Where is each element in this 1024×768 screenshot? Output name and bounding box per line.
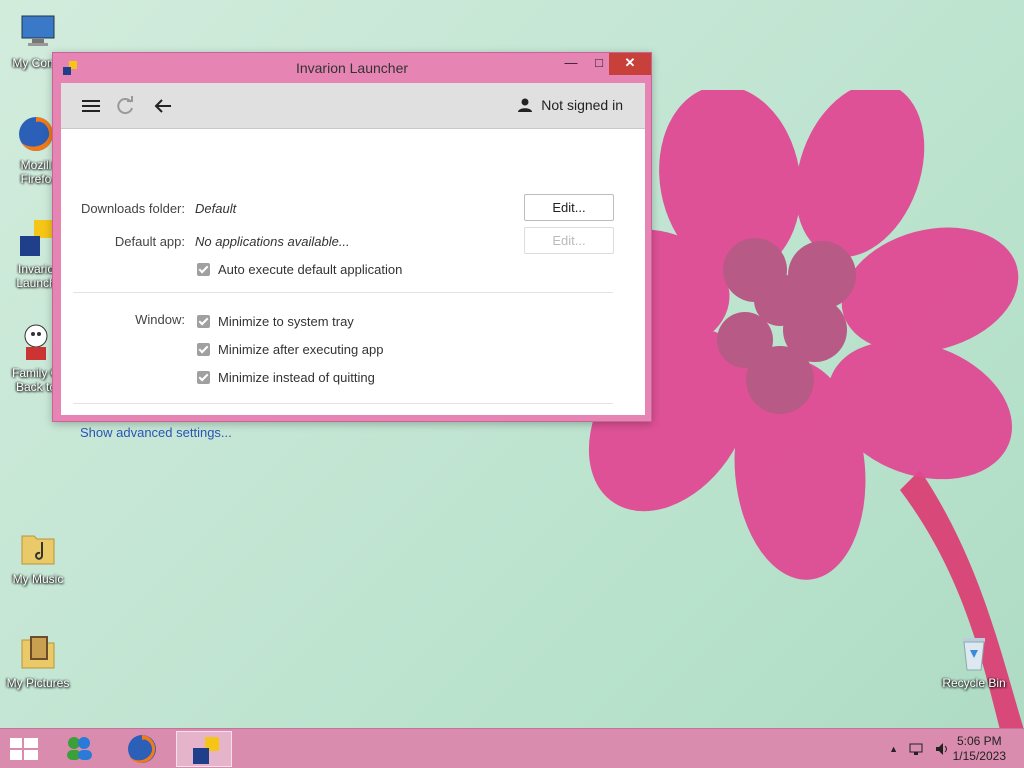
desktop-icon-label: My Pictures	[6, 676, 70, 690]
minimize-button[interactable]: —	[557, 53, 585, 75]
close-button[interactable]: ✕	[609, 53, 651, 75]
computer-icon	[18, 12, 58, 52]
window-label: Window:	[135, 312, 185, 327]
pictures-folder-icon	[18, 632, 58, 672]
auto-execute-checkbox[interactable]	[197, 263, 210, 276]
firefox-icon	[16, 114, 56, 154]
window-content: Not signed in Downloads folder: Default …	[61, 83, 645, 440]
network-icon[interactable]	[908, 741, 924, 757]
refresh-icon[interactable]	[113, 94, 137, 118]
divider	[73, 292, 613, 293]
minimize-after-executing-row[interactable]: Minimize after executing app	[197, 342, 383, 357]
windows-start-icon[interactable]	[10, 738, 38, 760]
downloads-folder-label: Downloads folder:	[80, 201, 185, 216]
sign-in-status[interactable]: Not signed in	[517, 97, 623, 113]
minimize-to-tray-label: Minimize to system tray	[218, 314, 354, 329]
downloads-folder-value: Default	[195, 201, 237, 216]
desktop-icon-my-music[interactable]: My Music	[0, 528, 76, 586]
back-arrow-icon[interactable]	[151, 94, 175, 118]
user-icon	[518, 98, 533, 112]
minimize-after-executing-checkbox[interactable]	[197, 343, 210, 356]
desktop-icon-label: My Music	[12, 572, 64, 586]
desktop-icon-recycle-bin[interactable]: Recycle Bin	[936, 632, 1012, 690]
volume-icon[interactable]	[934, 741, 950, 757]
sign-in-label: Not signed in	[541, 97, 623, 113]
system-tray: ▲	[889, 741, 950, 757]
minimize-instead-of-quitting-checkbox[interactable]	[197, 371, 210, 384]
show-advanced-settings-link[interactable]: Show advanced settings...	[80, 425, 232, 440]
launcher-icon	[16, 218, 56, 258]
clock[interactable]: 5:06 PM 1/15/2023	[953, 734, 1006, 764]
auto-execute-label: Auto execute default application	[218, 262, 403, 277]
firefox-icon	[128, 735, 156, 763]
launcher-icon	[193, 737, 219, 764]
taskbar-firefox[interactable]	[114, 731, 170, 767]
app-toolbar: Not signed in	[61, 83, 645, 129]
edit-downloads-button[interactable]: Edit...	[524, 194, 614, 221]
default-app-label: Default app:	[114, 234, 185, 249]
taskbar: ▲ 5:06 PM 1/15/2023	[0, 728, 1024, 768]
desktop-icon-label: Recycle Bin	[942, 676, 1006, 690]
minimize-instead-of-quitting-row[interactable]: Minimize instead of quitting	[197, 370, 375, 385]
minimize-instead-of-quitting-label: Minimize instead of quitting	[218, 370, 375, 385]
auto-execute-checkbox-row[interactable]: Auto execute default application	[197, 262, 402, 277]
title-bar[interactable]: Invarion Launcher — □ ✕	[53, 53, 651, 83]
taskbar-messenger[interactable]	[52, 731, 108, 767]
taskbar-invarion-launcher[interactable]	[176, 731, 232, 767]
default-app-value: No applications available...	[195, 234, 350, 249]
invarion-launcher-window: Invarion Launcher — □ ✕ Not signed in Do…	[52, 52, 652, 440]
messenger-icon	[67, 737, 92, 760]
clock-date: 1/15/2023	[952, 749, 1006, 763]
minimize-to-tray-checkbox[interactable]	[197, 315, 210, 328]
recycle-bin-icon	[954, 632, 994, 672]
show-hidden-icons-button[interactable]: ▲	[889, 741, 898, 757]
clock-time: 5:06 PM	[956, 734, 1002, 748]
minimize-to-tray-row[interactable]: Minimize to system tray	[197, 314, 354, 329]
desktop-icon-my-pictures[interactable]: My Pictures	[0, 632, 76, 690]
hamburger-menu-icon[interactable]	[79, 94, 103, 118]
minimize-after-executing-label: Minimize after executing app	[218, 342, 384, 357]
divider	[73, 403, 613, 404]
music-folder-icon	[18, 528, 58, 568]
edit-default-app-button[interactable]: Edit...	[524, 227, 614, 254]
game-icon	[16, 322, 56, 362]
